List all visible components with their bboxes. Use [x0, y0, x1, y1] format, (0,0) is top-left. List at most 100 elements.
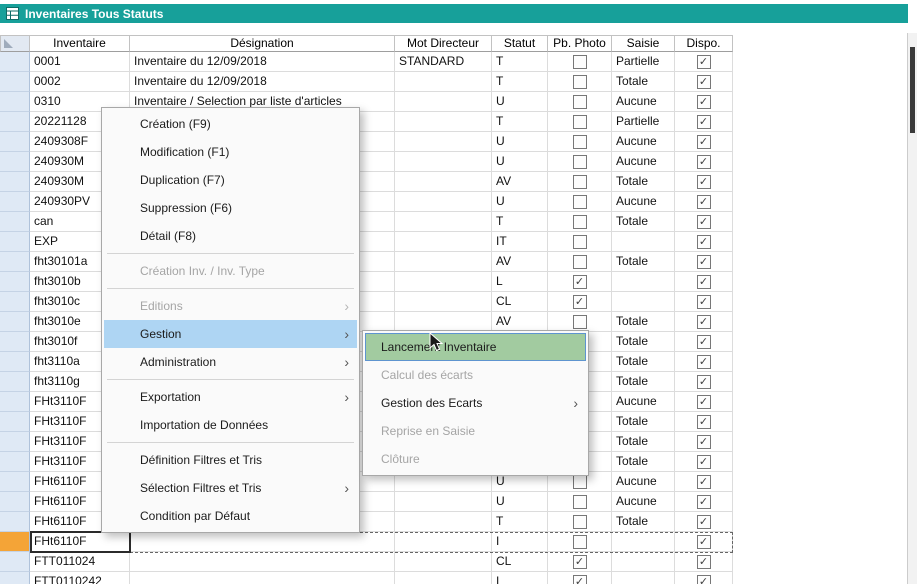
dispo-checkbox[interactable]: ✓: [697, 135, 711, 149]
column-header-dispo[interactable]: Dispo.: [675, 35, 733, 52]
dispo-checkbox[interactable]: ✓: [697, 475, 711, 489]
menu-item-gestion-des-ecarts[interactable]: Gestion des Ecarts›: [365, 389, 586, 417]
row-selector[interactable]: [0, 512, 30, 532]
pb-photo-checkbox[interactable]: [573, 235, 587, 249]
table-row[interactable]: 0002Inventaire du 12/09/2018TTotale✓: [0, 72, 733, 92]
row-selector[interactable]: [0, 272, 30, 292]
menu-item-condition-par-d-faut[interactable]: Condition par Défaut: [104, 502, 357, 530]
table-row[interactable]: FTT0110242I✓✓: [0, 572, 733, 584]
dispo-checkbox[interactable]: ✓: [697, 495, 711, 509]
vertical-scrollbar[interactable]: [907, 33, 917, 584]
table-row[interactable]: FTT011024CL✓✓: [0, 552, 733, 572]
pb-photo-checkbox[interactable]: ✓: [573, 275, 587, 289]
pb-photo-checkbox[interactable]: ✓: [573, 295, 587, 309]
column-header-d-signation[interactable]: Désignation: [130, 35, 395, 52]
dispo-checkbox[interactable]: ✓: [697, 75, 711, 89]
table-row[interactable]: FHt6110FI✓: [0, 532, 733, 552]
row-selector[interactable]: [0, 432, 30, 452]
menu-item-d-finition-filtres-et-tris[interactable]: Définition Filtres et Tris: [104, 446, 357, 474]
dispo-checkbox[interactable]: ✓: [697, 95, 711, 109]
pb-photo-checkbox[interactable]: [573, 495, 587, 509]
pb-photo-checkbox[interactable]: [573, 135, 587, 149]
select-all-corner[interactable]: [0, 35, 30, 52]
dispo-checkbox[interactable]: ✓: [697, 115, 711, 129]
row-selector[interactable]: [0, 112, 30, 132]
pb-photo-checkbox[interactable]: [573, 195, 587, 209]
column-header-mot-directeur[interactable]: Mot Directeur: [395, 35, 492, 52]
row-selector[interactable]: [0, 312, 30, 332]
pb-photo-checkbox[interactable]: ✓: [573, 575, 587, 584]
row-selector[interactable]: [0, 152, 30, 172]
menu-item-cr-ation-f9[interactable]: Création (F9): [104, 110, 357, 138]
dispo-checkbox[interactable]: ✓: [697, 55, 711, 69]
pb-photo-checkbox[interactable]: [573, 55, 587, 69]
dispo-checkbox[interactable]: ✓: [697, 155, 711, 169]
dispo-checkbox[interactable]: ✓: [697, 535, 711, 549]
menu-item-administration[interactable]: Administration›: [104, 348, 357, 376]
pb-photo-checkbox[interactable]: [573, 75, 587, 89]
dispo-checkbox[interactable]: ✓: [697, 275, 711, 289]
dispo-checkbox[interactable]: ✓: [697, 255, 711, 269]
dispo-checkbox[interactable]: ✓: [697, 415, 711, 429]
menu-item-importation-de-donn-es[interactable]: Importation de Données: [104, 411, 357, 439]
pb-photo-checkbox[interactable]: [573, 535, 587, 549]
dispo-checkbox[interactable]: ✓: [697, 175, 711, 189]
row-selector[interactable]: [0, 212, 30, 232]
row-selector[interactable]: [0, 372, 30, 392]
row-selector[interactable]: [0, 92, 30, 112]
row-selector[interactable]: [0, 192, 30, 212]
dispo-checkbox[interactable]: ✓: [697, 195, 711, 209]
pb-photo-checkbox[interactable]: [573, 95, 587, 109]
row-selector[interactable]: [0, 172, 30, 192]
scrollbar-thumb[interactable]: [910, 47, 915, 133]
column-header-inventaire[interactable]: Inventaire: [30, 35, 130, 52]
row-selector[interactable]: [0, 132, 30, 152]
row-selector[interactable]: [0, 72, 30, 92]
menu-item-suppression-f6[interactable]: Suppression (F6): [104, 194, 357, 222]
pb-photo-checkbox[interactable]: [573, 475, 587, 489]
pb-photo-checkbox[interactable]: [573, 315, 587, 329]
dispo-checkbox[interactable]: ✓: [697, 295, 711, 309]
row-selector[interactable]: [0, 252, 30, 272]
row-selector[interactable]: [0, 452, 30, 472]
table-row[interactable]: 0001Inventaire du 12/09/2018STANDARDTPar…: [0, 52, 733, 72]
row-selector[interactable]: [0, 292, 30, 312]
menu-item-lancement-inventaire[interactable]: Lancement Inventaire: [365, 333, 586, 361]
dispo-checkbox[interactable]: ✓: [697, 215, 711, 229]
menu-item-exportation[interactable]: Exportation›: [104, 383, 357, 411]
dispo-checkbox[interactable]: ✓: [697, 235, 711, 249]
row-selector[interactable]: [0, 572, 30, 584]
pb-photo-checkbox[interactable]: [573, 515, 587, 529]
pb-photo-checkbox[interactable]: [573, 175, 587, 189]
menu-item-d-tail-f8[interactable]: Détail (F8): [104, 222, 357, 250]
row-selector[interactable]: [0, 332, 30, 352]
row-selector[interactable]: [0, 552, 30, 572]
row-selector[interactable]: [0, 412, 30, 432]
row-selector[interactable]: [0, 52, 30, 72]
dispo-checkbox[interactable]: ✓: [697, 555, 711, 569]
row-selector[interactable]: [0, 392, 30, 412]
dispo-checkbox[interactable]: ✓: [697, 575, 711, 584]
pb-photo-checkbox[interactable]: [573, 255, 587, 269]
pb-photo-checkbox[interactable]: [573, 155, 587, 169]
dispo-checkbox[interactable]: ✓: [697, 375, 711, 389]
menu-item-s-lection-filtres-et-tris[interactable]: Sélection Filtres et Tris›: [104, 474, 357, 502]
menu-item-modification-f1[interactable]: Modification (F1): [104, 138, 357, 166]
row-selector[interactable]: [0, 492, 30, 512]
dispo-checkbox[interactable]: ✓: [697, 435, 711, 449]
column-header-pb-photo[interactable]: Pb. Photo: [548, 35, 612, 52]
row-selector[interactable]: [0, 472, 30, 492]
dispo-checkbox[interactable]: ✓: [697, 335, 711, 349]
column-header-saisie[interactable]: Saisie: [612, 35, 675, 52]
menu-item-duplication-f7[interactable]: Duplication (F7): [104, 166, 357, 194]
dispo-checkbox[interactable]: ✓: [697, 395, 711, 409]
dispo-checkbox[interactable]: ✓: [697, 515, 711, 529]
pb-photo-checkbox[interactable]: ✓: [573, 555, 587, 569]
dispo-checkbox[interactable]: ✓: [697, 455, 711, 469]
dispo-checkbox[interactable]: ✓: [697, 315, 711, 329]
row-selector[interactable]: [0, 232, 30, 252]
menu-item-gestion[interactable]: Gestion›: [104, 320, 357, 348]
row-selector[interactable]: [0, 352, 30, 372]
dispo-checkbox[interactable]: ✓: [697, 355, 711, 369]
row-selector[interactable]: [0, 532, 30, 552]
